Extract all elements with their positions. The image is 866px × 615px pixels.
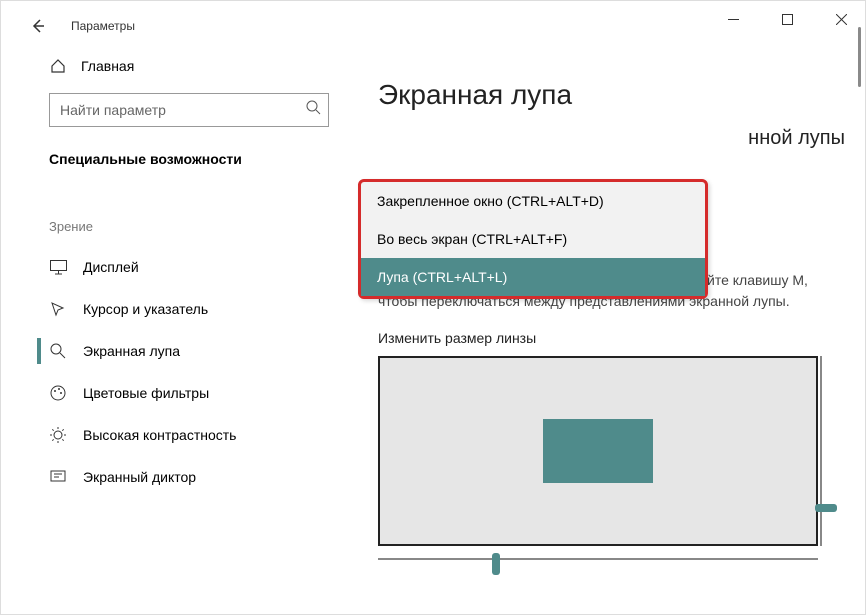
view-dropdown: Закрепленное окно (CTRL+ALT+D) Во весь э… — [358, 179, 708, 299]
close-icon — [836, 14, 847, 25]
lens-preview-box — [378, 356, 818, 546]
arrow-left-icon — [30, 18, 46, 34]
home-icon — [49, 57, 67, 75]
slider-thumb[interactable] — [492, 553, 500, 575]
sidebar-item-narrator[interactable]: Экранный диктор — [1, 456, 353, 498]
minimize-button[interactable] — [717, 7, 749, 31]
sidebar-item-label: Цветовые фильтры — [83, 385, 209, 401]
dropdown-item-fullscreen[interactable]: Во весь экран (CTRL+ALT+F) — [361, 220, 705, 258]
sidebar-item-color-filters[interactable]: Цветовые фильтры — [1, 372, 353, 414]
slider-track — [820, 356, 822, 546]
sidebar-item-display[interactable]: Дисплей — [1, 246, 353, 288]
section-title: Специальные возможности — [1, 145, 353, 175]
sidebar-item-label: Экранная лупа — [83, 343, 180, 359]
dropdown-item-lens[interactable]: Лупа (CTRL+ALT+L) — [361, 258, 705, 296]
lens-rect — [543, 419, 653, 483]
sidebar: Главная Специальные возможности Зрение Д… — [1, 43, 353, 614]
narrator-icon — [49, 468, 67, 486]
sidebar-item-magnifier[interactable]: Экранная лупа — [1, 330, 353, 372]
minimize-icon — [728, 14, 739, 25]
sidebar-item-high-contrast[interactable]: Высокая контрастность — [1, 414, 353, 456]
search-wrap — [49, 93, 329, 127]
close-button[interactable] — [825, 7, 857, 31]
main-content: Экранная лупа нной лупы Закрепленное окн… — [353, 43, 865, 614]
contrast-icon — [49, 426, 67, 444]
window-title: Параметры — [71, 19, 135, 33]
slider-track — [378, 558, 818, 560]
lens-size-label: Изменить размер линзы — [378, 330, 865, 346]
lens-preview-area — [378, 356, 818, 546]
back-button[interactable] — [23, 18, 53, 34]
window-controls — [717, 7, 857, 31]
search-icon — [306, 100, 321, 120]
sub-title-tail: нной лупы — [748, 127, 845, 149]
maximize-icon — [782, 14, 793, 25]
slider-thumb[interactable] — [815, 504, 837, 512]
sidebar-item-label: Дисплей — [83, 259, 139, 275]
group-label: Зрение — [1, 175, 353, 246]
search-input[interactable] — [49, 93, 329, 127]
maximize-button[interactable] — [771, 7, 803, 31]
sidebar-item-label: Экранный диктор — [83, 469, 196, 485]
dropdown-item-docked[interactable]: Закрепленное окно (CTRL+ALT+D) — [361, 182, 705, 220]
lens-height-slider[interactable] — [812, 356, 830, 546]
scrollbar[interactable] — [858, 27, 861, 87]
magnifier-icon — [49, 342, 67, 360]
monitor-icon — [49, 258, 67, 276]
cursor-icon — [49, 300, 67, 318]
page-title: Экранная лупа — [378, 43, 865, 131]
palette-icon — [49, 384, 67, 402]
sidebar-item-label: Высокая контрастность — [83, 427, 236, 443]
home-label: Главная — [81, 58, 134, 74]
sidebar-item-cursor[interactable]: Курсор и указатель — [1, 288, 353, 330]
sidebar-item-label: Курсор и указатель — [83, 301, 208, 317]
lens-width-slider[interactable] — [378, 550, 818, 568]
home-nav[interactable]: Главная — [1, 47, 353, 85]
